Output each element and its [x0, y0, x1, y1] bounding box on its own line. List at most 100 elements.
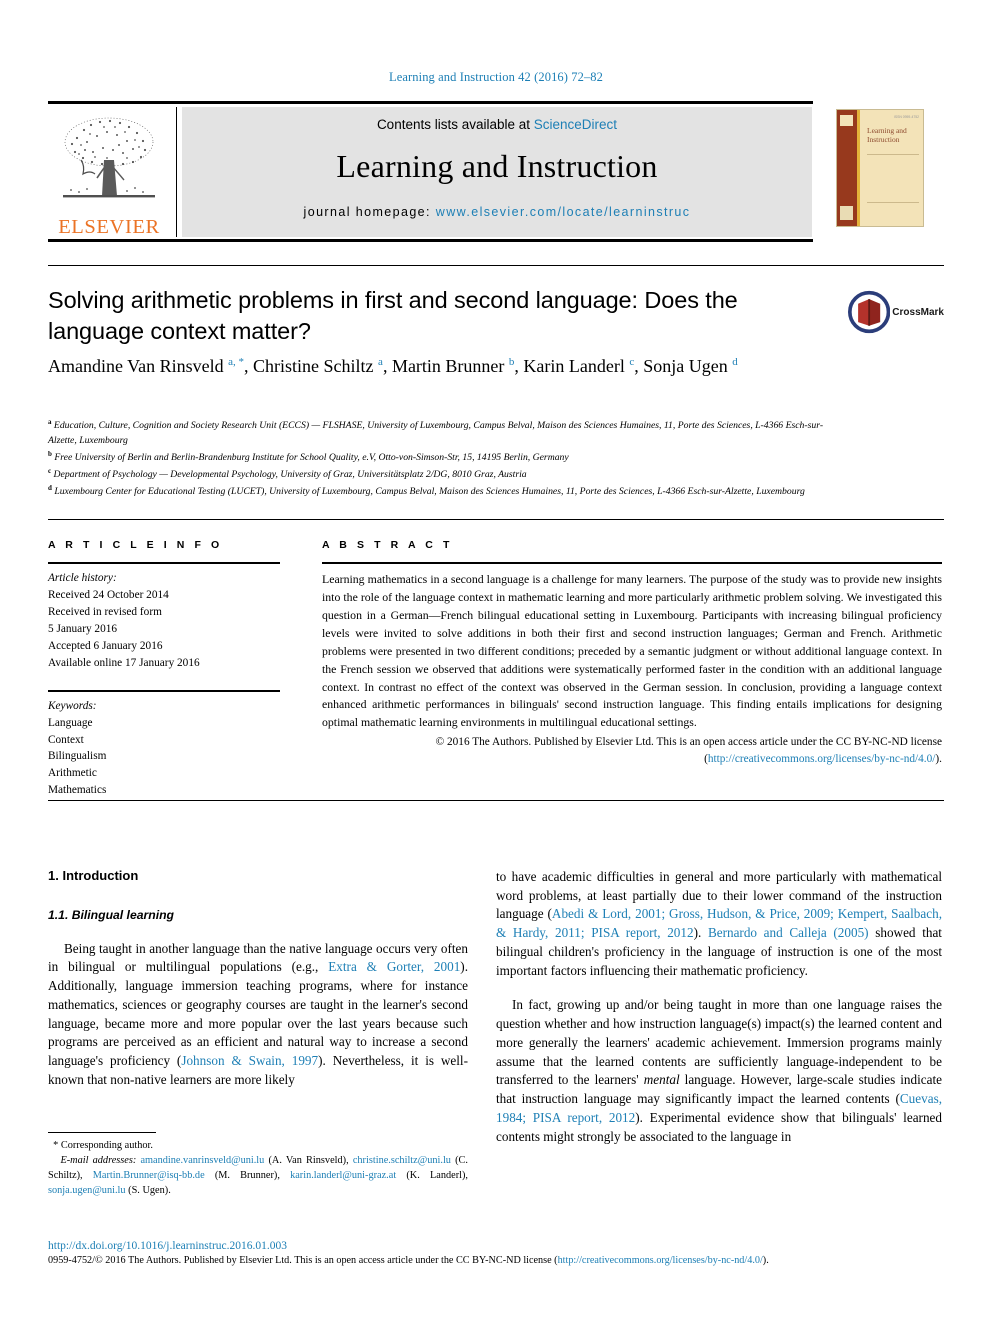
page-footer: http://dx.doi.org/10.1016/j.learninstruc…: [48, 1240, 944, 1266]
affiliation-item: d Luxembourg Center for Educational Test…: [48, 483, 848, 500]
issn-text: 0959-4752/© 2016 The Authors. Published …: [48, 1255, 558, 1266]
email-link[interactable]: christine.schiltz@uni.lu: [353, 1155, 451, 1166]
affiliation-text: Department of Psychology — Developmental…: [53, 468, 527, 480]
author-affil-marker: b: [508, 356, 515, 368]
footnote-block: * Corresponding author. E-mail addresses…: [48, 1132, 468, 1198]
email-addresses-note: E-mail addresses: amandine.vanrinsveld@u…: [48, 1155, 468, 1197]
body-column-right: to have academic difficulties in general…: [496, 868, 942, 1146]
title-top-rule: [48, 265, 944, 266]
journal-homepage-line: journal homepage: www.elsevier.com/locat…: [304, 205, 691, 219]
author-affil-marker: a, *: [228, 356, 245, 368]
abstract-top-rule: [48, 519, 944, 520]
abstract-copyright: © 2016 The Authors. Published by Elsevie…: [322, 734, 942, 768]
article-history-item: 5 January 2016: [48, 622, 118, 635]
affiliation-list: a Education, Culture, Cognition and Soci…: [48, 417, 848, 500]
affiliation-marker: d: [48, 483, 52, 492]
body-column-left: 1. Introduction 1.1. Bilingual learning …: [48, 868, 468, 1090]
homepage-url-link[interactable]: www.elsevier.com/locate/learninstruc: [436, 205, 691, 219]
corresponding-author-note: * Corresponding author.: [48, 1138, 468, 1153]
article-info-rule: [48, 562, 280, 564]
corresponding-author-text: * Corresponding author.: [53, 1140, 153, 1151]
elsevier-logo[interactable]: ELSEVIER: [48, 107, 170, 237]
masthead-banner: Contents lists available at ScienceDirec…: [182, 107, 812, 237]
contents-available-line: Contents lists available at ScienceDirec…: [377, 117, 617, 132]
cover-logo-mark: [840, 115, 853, 126]
paragraph-text: ). Additionally, language immersion teac…: [48, 959, 468, 1069]
journal-title: Learning and Instruction: [336, 148, 658, 184]
article-history-item: Accepted 6 January 2016: [48, 639, 163, 652]
cc-license-link[interactable]: http://creativecommons.org/licenses/by-n…: [708, 753, 936, 765]
article-history-label: Article history:: [48, 572, 117, 584]
footer-cc-link[interactable]: http://creativecommons.org/licenses/by-n…: [558, 1255, 763, 1266]
subsection-heading-bilingual-learning: 1.1. Bilingual learning: [48, 907, 174, 922]
paragraph-right-1: to have academic difficulties in general…: [496, 868, 942, 980]
keywords-rule: [48, 689, 280, 692]
journal-cover-image: ISSN 0959-4752 Learning and Instruction: [836, 109, 924, 227]
issn-copyright-line: 0959-4752/© 2016 The Authors. Published …: [48, 1255, 944, 1266]
article-history-item: Received 24 October 2014: [48, 588, 169, 601]
email-link[interactable]: Martin.Brunner@isq-bb.de: [93, 1170, 205, 1181]
affiliation-marker: b: [48, 449, 52, 458]
email-person: (K. Landerl): [406, 1170, 466, 1182]
cover-issn-text: ISSN 0959-4752: [893, 115, 919, 119]
masthead-divider: [176, 107, 177, 237]
cover-rule-top: [867, 154, 919, 155]
cover-journal-title: Learning and Instruction: [867, 126, 907, 145]
email-label: E-mail addresses:: [60, 1155, 137, 1167]
keyword-item: Language: [48, 716, 93, 729]
affiliation-item: c Department of Psychology — Development…: [48, 466, 848, 483]
cover-stripe: [857, 110, 860, 226]
homepage-prefix: journal homepage:: [303, 205, 436, 219]
doi-link[interactable]: http://dx.doi.org/10.1016/j.learninstruc…: [48, 1240, 944, 1252]
affiliation-marker: a: [48, 418, 52, 426]
author-affil-marker: d: [732, 356, 738, 368]
email-person: (A. Van Rinsveld): [268, 1155, 347, 1167]
keyword-item: Arithmetic: [48, 767, 97, 780]
article-info-column: A R T I C L E I N F O Article history: R…: [48, 539, 280, 799]
crossmark-badge[interactable]: CrossMark: [848, 286, 944, 338]
email-link[interactable]: amandine.vanrinsveld@uni.lu: [140, 1155, 264, 1166]
affiliation-text: Luxembourg Center for Educational Testin…: [54, 485, 805, 497]
sciencedirect-link[interactable]: ScienceDirect: [534, 117, 617, 132]
body-top-rule: [48, 800, 944, 801]
affiliation-marker: c: [48, 466, 52, 475]
citation-link[interactable]: Extra & Gorter, 2001: [328, 959, 460, 974]
affiliation-text: Education, Culture, Cognition and Societ…: [48, 420, 824, 446]
article-history-item: Received in revised form: [48, 605, 162, 618]
citation-link[interactable]: Bernardo and Calleja (2005): [708, 925, 869, 940]
keywords-block: Keywords: Language Context Bilingualism …: [48, 698, 280, 800]
keyword-item: Context: [48, 733, 84, 746]
journal-cover-thumbnail[interactable]: ISSN 0959-4752 Learning and Instruction: [818, 103, 944, 243]
crossmark-icon: [848, 290, 891, 334]
elsevier-wordmark: ELSEVIER: [58, 215, 160, 238]
article-page: Learning and Instruction 42 (2016) 72–82: [0, 0, 992, 1323]
footnote-rule: [48, 1132, 156, 1133]
affiliation-text: Free University of Berlin and Berlin-Bra…: [54, 451, 569, 463]
cover-rule-bottom: [867, 202, 919, 203]
contents-prefix: Contents lists available at: [376, 117, 534, 132]
paragraph-right-2: In fact, growing up and/or being taught …: [496, 996, 942, 1146]
email-person: (M. Brunner): [214, 1170, 278, 1182]
journal-masthead: ELSEVIER Contents lists available at Sci…: [48, 101, 944, 242]
affiliation-item: a Education, Culture, Cognition and Soci…: [48, 417, 848, 449]
copyright-suffix: ).: [935, 753, 942, 766]
author-affil-marker: a: [378, 356, 383, 368]
elsevier-tree-icon: [63, 117, 155, 197]
email-link[interactable]: karin.landerl@uni-graz.at: [290, 1170, 396, 1181]
email-person: (S. Ugen): [128, 1185, 169, 1197]
citation-link[interactable]: Johnson & Swain, 1997: [181, 1053, 318, 1068]
section-heading-introduction: 1. Introduction: [48, 868, 139, 883]
page-title: Solving arithmetic problems in first and…: [48, 287, 738, 345]
article-history-block: Article history: Received 24 October 201…: [48, 570, 280, 672]
abstract-column: A B S T R A C T Learning mathematics in …: [322, 539, 942, 768]
running-head: Learning and Instruction 42 (2016) 72–82: [388, 70, 604, 84]
crossmark-label: CrossMark: [892, 306, 944, 318]
author-affil-marker: c: [629, 356, 635, 368]
cover-publisher-mark: [840, 206, 853, 220]
abstract-rule: [322, 562, 942, 564]
article-info-heading: A R T I C L E I N F O: [48, 539, 223, 551]
keyword-item: Mathematics: [48, 784, 107, 797]
email-link[interactable]: sonja.ugen@uni.lu: [48, 1185, 126, 1196]
affiliation-item: b Free University of Berlin and Berlin-B…: [48, 449, 848, 466]
emphasis-text: mental: [643, 1072, 680, 1088]
